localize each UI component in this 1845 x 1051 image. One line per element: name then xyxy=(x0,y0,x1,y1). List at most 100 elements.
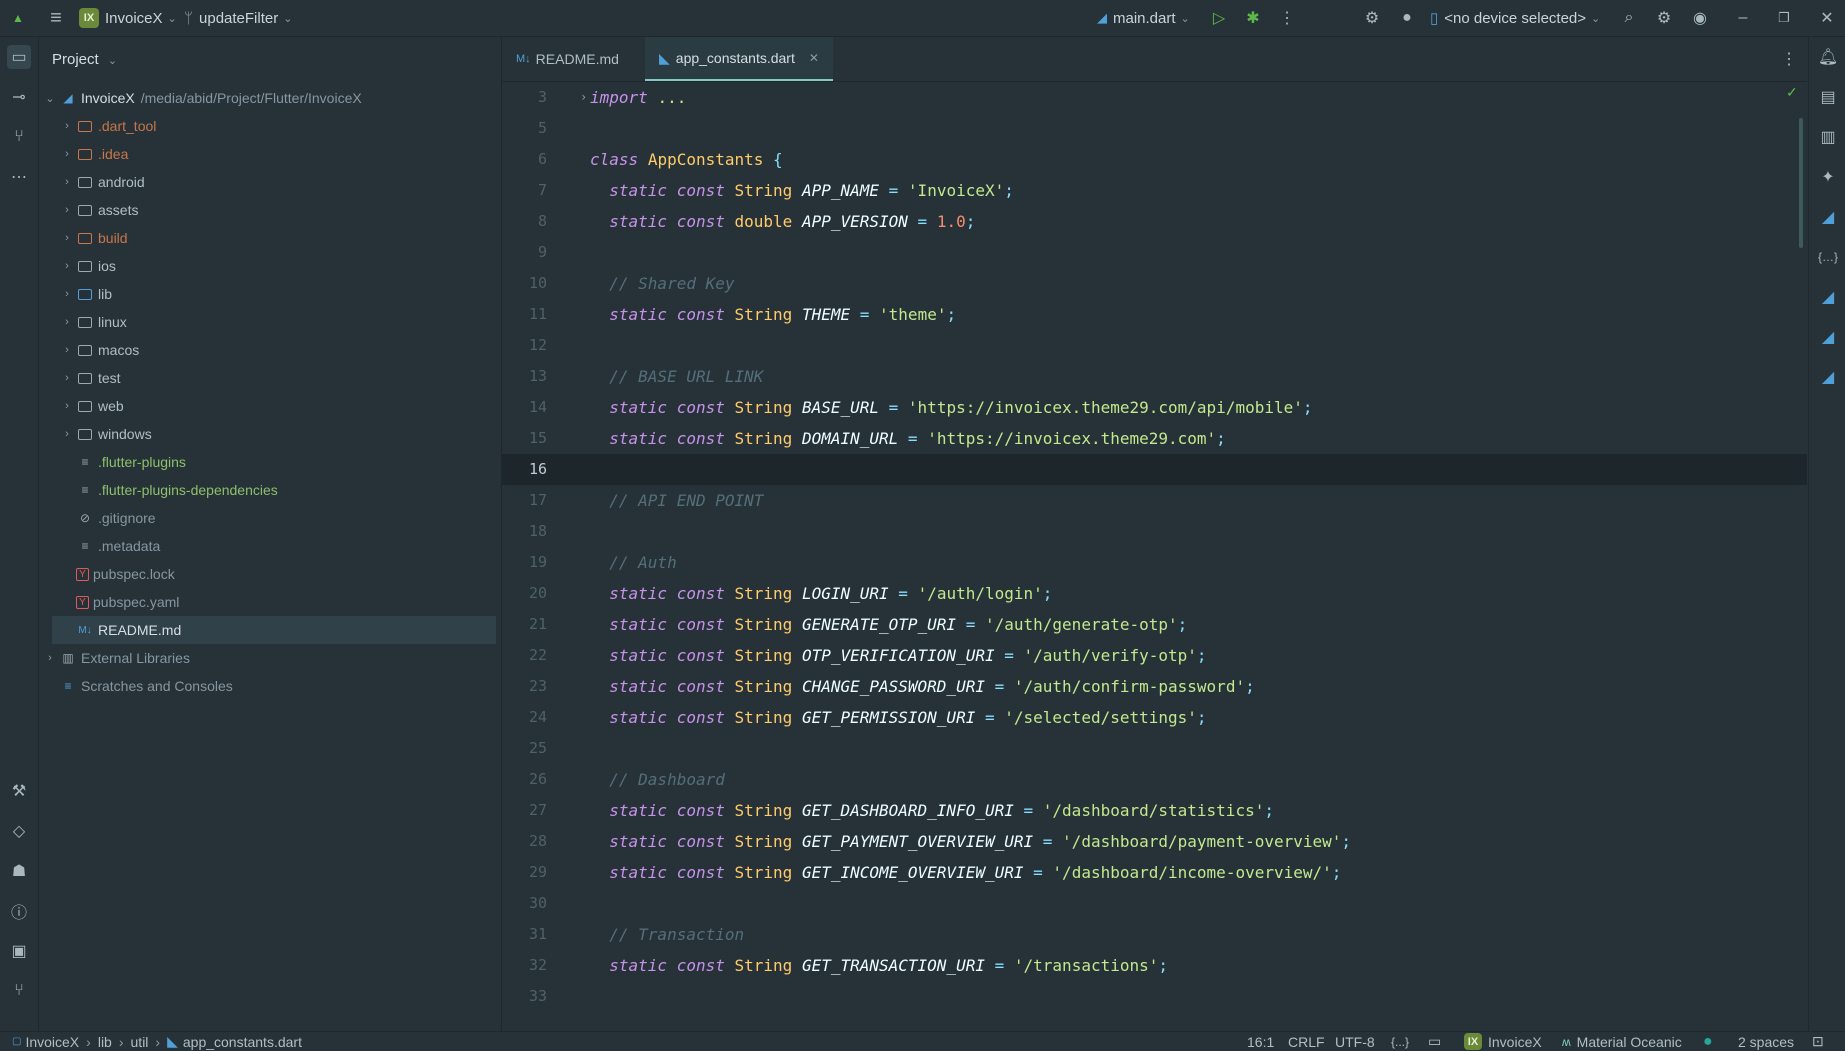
fold-chevron-icon[interactable]: › xyxy=(580,82,587,113)
breadcrumb-item[interactable]: InvoiceX xyxy=(25,1034,79,1050)
tab-app-constants[interactable]: ◣ app_constants.dart ✕ xyxy=(645,37,833,81)
line-ending[interactable]: CRLF xyxy=(1288,1032,1325,1051)
code-line[interactable]: 23 static const String CHANGE_PASSWORD_U… xyxy=(502,671,1807,702)
code-line[interactable]: 30 xyxy=(502,888,1807,919)
tree-item[interactable]: ≡ .flutter-plugins-dependencies xyxy=(39,476,510,504)
tree-item[interactable]: › assets xyxy=(39,196,510,224)
tree-item[interactable]: M↓ README.md xyxy=(52,616,496,644)
project-indicator[interactable]: IX InvoiceX xyxy=(1464,1032,1542,1051)
tab-options-icon[interactable]: ⋮ xyxy=(1777,47,1801,71)
account-icon[interactable]: ◉ xyxy=(1688,6,1712,30)
lock-icon[interactable]: ⊡ xyxy=(1812,1032,1824,1051)
code-line[interactable]: 13 // BASE URL LINK xyxy=(502,361,1807,392)
tree-item[interactable]: › macos xyxy=(39,336,510,364)
code-line[interactable]: 14 static const String BASE_URL = 'https… xyxy=(502,392,1807,423)
code-line[interactable]: 25 xyxy=(502,733,1807,764)
code-line[interactable]: 7 static const String APP_NAME = 'Invoic… xyxy=(502,175,1807,206)
breadcrumb-item[interactable]: lib xyxy=(98,1034,112,1050)
caret-position[interactable]: 16:1 xyxy=(1247,1032,1274,1051)
search-icon[interactable]: ⌕ xyxy=(1617,6,1641,30)
code-line[interactable]: 18 xyxy=(502,516,1807,547)
tree-item[interactable]: › .idea xyxy=(39,140,510,168)
run-config-selector[interactable]: ◢ main.dart ⌄ xyxy=(1097,0,1190,36)
tree-item[interactable]: › lib xyxy=(39,280,510,308)
pull-requests-icon[interactable]: ⑂ xyxy=(7,125,31,149)
logcat-icon[interactable]: ☗ xyxy=(7,859,31,883)
commit-icon[interactable]: ⊸ xyxy=(7,85,31,109)
code-line[interactable]: 15 static const String DOMAIN_URL = 'htt… xyxy=(502,423,1807,454)
tree-item[interactable]: › .dart_tool xyxy=(39,112,510,140)
tree-item[interactable]: › linux xyxy=(39,308,510,336)
debug-icon[interactable]: ✱ xyxy=(1241,6,1265,30)
code-line[interactable]: 33 xyxy=(502,981,1807,1010)
breadcrumb-item[interactable]: util xyxy=(131,1034,149,1050)
restore-icon[interactable]: ❐ xyxy=(1772,6,1796,30)
tree-item[interactable]: › build xyxy=(39,224,510,252)
file-encoding[interactable]: UTF-8 xyxy=(1335,1032,1375,1051)
indent-setting[interactable]: 2 spaces xyxy=(1738,1032,1794,1051)
close-icon[interactable]: ✕ xyxy=(1815,6,1839,30)
terminal-icon[interactable]: ▣ xyxy=(7,939,31,963)
device-selector[interactable]: ▯ <no device selected> ⌄ xyxy=(1430,0,1600,36)
version-control-icon[interactable]: ⑂ xyxy=(7,979,31,1003)
code-line[interactable]: 29 static const String GET_INCOME_OVERVI… xyxy=(502,857,1807,888)
running-devices-icon[interactable]: ▥ xyxy=(1816,125,1840,149)
code-line[interactable]: 26 // Dashboard xyxy=(502,764,1807,795)
gem-icon[interactable]: ◇ xyxy=(7,819,31,843)
main-menu-icon[interactable]: ≡ xyxy=(44,6,68,30)
tree-item[interactable]: › android xyxy=(39,168,510,196)
settings-icon[interactable]: ⚙ xyxy=(1652,6,1676,30)
tree-item[interactable]: Ypubspec.lock xyxy=(39,560,510,588)
editor-scrollbar[interactable] xyxy=(1799,118,1803,248)
code-line[interactable]: 20 static const String LOGIN_URI = '/aut… xyxy=(502,578,1807,609)
code-line[interactable]: 10 // Shared Key xyxy=(502,268,1807,299)
code-line[interactable]: 27 static const String GET_DASHBOARD_INF… xyxy=(502,795,1807,826)
code-line[interactable]: 22 static const String OTP_VERIFICATION_… xyxy=(502,640,1807,671)
project-switcher[interactable]: IX InvoiceX ⌄ xyxy=(79,0,177,36)
flutter-devtools-icon[interactable]: ◢ xyxy=(1816,365,1840,389)
minimize-icon[interactable]: – xyxy=(1731,6,1755,30)
notifications-icon[interactable]: 🔔︎ xyxy=(1816,45,1840,69)
theme-indicator[interactable]: ʍ Material Oceanic xyxy=(1562,1032,1682,1051)
context-indicator[interactable]: {...} xyxy=(1391,1032,1409,1051)
flutter-outline-icon[interactable]: ◢ xyxy=(1816,285,1840,309)
run-icon[interactable]: ▷ xyxy=(1207,6,1231,30)
tree-root[interactable]: ⌄ ◢ InvoiceX/media/abid/Project/Flutter/In… xyxy=(39,84,493,112)
code-line[interactable]: 31 // Transaction xyxy=(502,919,1807,950)
tree-item[interactable]: › windows xyxy=(39,420,510,448)
code-line-current[interactable]: 16 xyxy=(502,454,1807,485)
code-line[interactable]: 9 xyxy=(502,237,1807,268)
tree-external-libraries[interactable]: › ▥ External Libraries xyxy=(39,644,493,672)
code-line[interactable]: 21 static const String GENERATE_OTP_URI … xyxy=(502,609,1807,640)
breadcrumb-item[interactable]: app_constants.dart xyxy=(183,1034,302,1050)
code-line[interactable]: 24 static const String GET_PERMISSION_UR… xyxy=(502,702,1807,733)
flutter-performance-icon[interactable]: ◢ xyxy=(1816,325,1840,349)
json-icon[interactable]: {…} xyxy=(1816,245,1840,269)
inspection-ok-icon[interactable]: ✓ xyxy=(1786,84,1798,101)
tree-item[interactable]: Ypubspec.yaml xyxy=(39,588,510,616)
problems-icon[interactable]: ⓘ xyxy=(7,899,31,923)
code-line[interactable]: 17 // API END POINT xyxy=(502,485,1807,516)
project-panel-header[interactable]: Project ⌄ xyxy=(52,51,117,68)
tree-item[interactable]: › test xyxy=(39,364,510,392)
record-icon[interactable]: ● xyxy=(1395,6,1419,30)
build-icon[interactable]: ⚒ xyxy=(7,779,31,803)
code-editor[interactable]: 3 › import ... 5 6 class AppConstants {7 stat… xyxy=(502,82,1807,1010)
tab-readme[interactable]: M↓ README.md xyxy=(502,37,642,81)
tree-item[interactable]: ≡ .metadata xyxy=(39,532,510,560)
more-tools-icon[interactable]: ⋯ xyxy=(7,165,31,189)
code-line[interactable]: 19 // Auth xyxy=(502,547,1807,578)
code-line[interactable]: 6 class AppConstants { xyxy=(502,144,1807,175)
more-actions-icon[interactable]: ⋮ xyxy=(1275,6,1299,30)
code-line[interactable]: 28 static const String GET_PAYMENT_OVERV… xyxy=(502,826,1807,857)
code-line[interactable]: 11 static const String THEME = 'theme'; xyxy=(502,299,1807,330)
branch-switcher[interactable]: ᛘ updateFilter ⌄ xyxy=(184,0,292,36)
tree-scratches[interactable]: ≡ Scratches and Consoles xyxy=(39,672,507,700)
device-manager-icon[interactable]: ▤ xyxy=(1816,85,1840,109)
code-line[interactable]: 3 › import ... xyxy=(502,82,1807,113)
device-manager-icon[interactable]: ⚙ xyxy=(1360,6,1384,30)
flutter-inspector-icon[interactable]: ◢ xyxy=(1816,205,1840,229)
tree-item[interactable]: ≡ .flutter-plugins xyxy=(39,448,510,476)
code-line[interactable]: 12 xyxy=(502,330,1807,361)
tree-item[interactable]: › ios xyxy=(39,252,510,280)
